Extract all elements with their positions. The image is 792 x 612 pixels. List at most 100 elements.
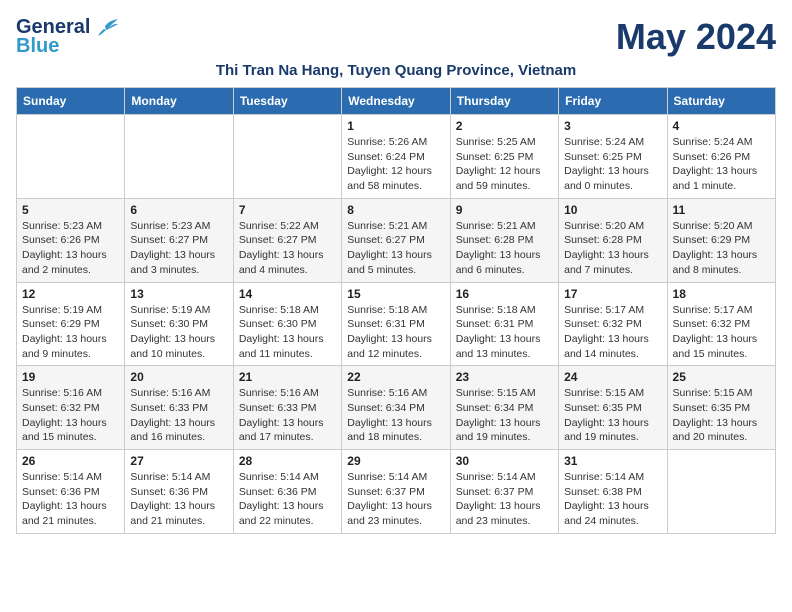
day-number: 21 (239, 370, 336, 384)
logo: General Blue (16, 16, 118, 58)
calendar-day-22: 22 Sunrise: 5:16 AM Sunset: 6:34 PM Dayli… (342, 366, 450, 450)
day-info: Sunrise: 5:16 AM Sunset: 6:33 PM Dayligh… (130, 386, 227, 445)
day-info: Sunrise: 5:25 AM Sunset: 6:25 PM Dayligh… (456, 135, 553, 194)
calendar-day-14: 14Sunrise: 5:18 AM Sunset: 6:30 PM Dayli… (233, 282, 341, 366)
calendar-table: SundayMondayTuesdayWednesdayThursdayFrid… (16, 87, 776, 534)
day-info: Sunrise: 5:23 AM Sunset: 6:26 PM Dayligh… (22, 219, 119, 278)
calendar-week-row: 12 Sunrise: 5:19 AM Sunset: 6:29 PM Dayli… (17, 282, 776, 366)
weekday-header-tuesday: Tuesday (233, 88, 341, 115)
day-number: 22 (347, 370, 444, 384)
day-number: 28 (239, 454, 336, 468)
location-title: Thi Tran Na Hang, Tuyen Quang Province, … (16, 62, 776, 79)
day-number: 23 (456, 370, 553, 384)
day-number: 13 (130, 287, 227, 301)
day-number: 16 (456, 287, 553, 301)
day-number: 12 (22, 287, 119, 301)
calendar-day-1: 1 Sunrise: 5:26 AM Sunset: 6:24 PM Daylig… (342, 115, 450, 199)
weekday-header-friday: Friday (559, 88, 667, 115)
empty-cell (17, 115, 125, 199)
calendar-day-5: 5 Sunrise: 5:23 AM Sunset: 6:26 PM Daylig… (17, 198, 125, 282)
day-info: Sunrise: 5:15 AM Sunset: 6:35 PM Dayligh… (564, 386, 661, 445)
calendar-day-27: 27Sunrise: 5:14 AM Sunset: 6:36 PM Dayli… (125, 450, 233, 534)
calendar-day-11: 11Sunrise: 5:20 AM Sunset: 6:29 PM Dayli… (667, 198, 775, 282)
day-info: Sunrise: 5:23 AM Sunset: 6:27 PM Dayligh… (130, 219, 227, 278)
calendar-day-8: 8 Sunrise: 5:21 AM Sunset: 6:27 PM Daylig… (342, 198, 450, 282)
calendar-day-23: 23 Sunrise: 5:15 AM Sunset: 6:34 PM Dayli… (450, 366, 558, 450)
day-number: 11 (673, 203, 770, 217)
day-number: 3 (564, 119, 661, 133)
calendar-week-row: 5 Sunrise: 5:23 AM Sunset: 6:26 PM Daylig… (17, 198, 776, 282)
empty-cell (125, 115, 233, 199)
day-info: Sunrise: 5:24 AM Sunset: 6:25 PM Dayligh… (564, 135, 661, 194)
calendar-day-12: 12 Sunrise: 5:19 AM Sunset: 6:29 PM Dayli… (17, 282, 125, 366)
day-info: Sunrise: 5:14 AM Sunset: 6:36 PM Dayligh… (239, 470, 336, 529)
calendar-week-row: 1 Sunrise: 5:26 AM Sunset: 6:24 PM Daylig… (17, 115, 776, 199)
calendar-day-17: 17Sunrise: 5:17 AM Sunset: 6:32 PM Dayli… (559, 282, 667, 366)
day-info: Sunrise: 5:22 AM Sunset: 6:27 PM Dayligh… (239, 219, 336, 278)
calendar-day-9: 9 Sunrise: 5:21 AM Sunset: 6:28 PM Daylig… (450, 198, 558, 282)
day-info: Sunrise: 5:15 AM Sunset: 6:35 PM Dayligh… (673, 386, 770, 445)
logo-bird-icon (92, 18, 118, 38)
weekday-header-monday: Monday (125, 88, 233, 115)
month-title: May 2024 (616, 16, 776, 58)
day-info: Sunrise: 5:18 AM Sunset: 6:31 PM Dayligh… (347, 303, 444, 362)
calendar-day-25: 25 Sunrise: 5:15 AM Sunset: 6:35 PM Dayli… (667, 366, 775, 450)
day-number: 6 (130, 203, 227, 217)
day-number: 30 (456, 454, 553, 468)
day-info: Sunrise: 5:18 AM Sunset: 6:31 PM Dayligh… (456, 303, 553, 362)
day-number: 10 (564, 203, 661, 217)
calendar-day-26: 26 Sunrise: 5:14 AM Sunset: 6:36 PM Dayli… (17, 450, 125, 534)
calendar-day-16: 16 Sunrise: 5:18 AM Sunset: 6:31 PM Dayli… (450, 282, 558, 366)
day-number: 2 (456, 119, 553, 133)
day-info: Sunrise: 5:26 AM Sunset: 6:24 PM Dayligh… (347, 135, 444, 194)
day-number: 9 (456, 203, 553, 217)
day-number: 7 (239, 203, 336, 217)
day-number: 27 (130, 454, 227, 468)
calendar-week-row: 26 Sunrise: 5:14 AM Sunset: 6:36 PM Dayli… (17, 450, 776, 534)
calendar-day-31: 31 Sunrise: 5:14 AM Sunset: 6:38 PM Dayli… (559, 450, 667, 534)
day-number: 15 (347, 287, 444, 301)
day-number: 18 (673, 287, 770, 301)
day-info: Sunrise: 5:16 AM Sunset: 6:33 PM Dayligh… (239, 386, 336, 445)
day-number: 31 (564, 454, 661, 468)
weekday-header-row: SundayMondayTuesdayWednesdayThursdayFrid… (17, 88, 776, 115)
calendar-day-2: 2 Sunrise: 5:25 AM Sunset: 6:25 PM Daylig… (450, 115, 558, 199)
empty-cell (667, 450, 775, 534)
weekday-header-thursday: Thursday (450, 88, 558, 115)
day-info: Sunrise: 5:21 AM Sunset: 6:27 PM Dayligh… (347, 219, 444, 278)
calendar-day-15: 15 Sunrise: 5:18 AM Sunset: 6:31 PM Dayli… (342, 282, 450, 366)
day-number: 29 (347, 454, 444, 468)
day-info: Sunrise: 5:19 AM Sunset: 6:29 PM Dayligh… (22, 303, 119, 362)
day-number: 26 (22, 454, 119, 468)
calendar-day-4: 4 Sunrise: 5:24 AM Sunset: 6:26 PM Daylig… (667, 115, 775, 199)
day-number: 4 (673, 119, 770, 133)
empty-cell (233, 115, 341, 199)
day-info: Sunrise: 5:14 AM Sunset: 6:36 PM Dayligh… (22, 470, 119, 529)
calendar-day-29: 29 Sunrise: 5:14 AM Sunset: 6:37 PM Dayli… (342, 450, 450, 534)
calendar-day-18: 18 Sunrise: 5:17 AM Sunset: 6:32 PM Dayli… (667, 282, 775, 366)
weekday-header-wednesday: Wednesday (342, 88, 450, 115)
calendar-day-30: 30 Sunrise: 5:14 AM Sunset: 6:37 PM Dayli… (450, 450, 558, 534)
weekday-header-saturday: Saturday (667, 88, 775, 115)
weekday-header-sunday: Sunday (17, 88, 125, 115)
day-number: 20 (130, 370, 227, 384)
day-number: 5 (22, 203, 119, 217)
day-number: 1 (347, 119, 444, 133)
day-info: Sunrise: 5:24 AM Sunset: 6:26 PM Dayligh… (673, 135, 770, 194)
calendar-day-24: 24 Sunrise: 5:15 AM Sunset: 6:35 PM Dayli… (559, 366, 667, 450)
day-number: 24 (564, 370, 661, 384)
day-info: Sunrise: 5:16 AM Sunset: 6:34 PM Dayligh… (347, 386, 444, 445)
calendar-day-19: 19Sunrise: 5:16 AM Sunset: 6:32 PM Dayli… (17, 366, 125, 450)
day-info: Sunrise: 5:14 AM Sunset: 6:37 PM Dayligh… (347, 470, 444, 529)
day-number: 25 (673, 370, 770, 384)
day-info: Sunrise: 5:17 AM Sunset: 6:32 PM Dayligh… (673, 303, 770, 362)
day-info: Sunrise: 5:14 AM Sunset: 6:38 PM Dayligh… (564, 470, 661, 529)
page-header: General Blue May 2024 (16, 16, 776, 58)
day-info: Sunrise: 5:20 AM Sunset: 6:28 PM Dayligh… (564, 219, 661, 278)
day-number: 8 (347, 203, 444, 217)
day-info: Sunrise: 5:14 AM Sunset: 6:37 PM Dayligh… (456, 470, 553, 529)
day-info: Sunrise: 5:21 AM Sunset: 6:28 PM Dayligh… (456, 219, 553, 278)
day-info: Sunrise: 5:17 AM Sunset: 6:32 PM Dayligh… (564, 303, 661, 362)
calendar-day-28: 28 Sunrise: 5:14 AM Sunset: 6:36 PM Dayli… (233, 450, 341, 534)
day-info: Sunrise: 5:15 AM Sunset: 6:34 PM Dayligh… (456, 386, 553, 445)
